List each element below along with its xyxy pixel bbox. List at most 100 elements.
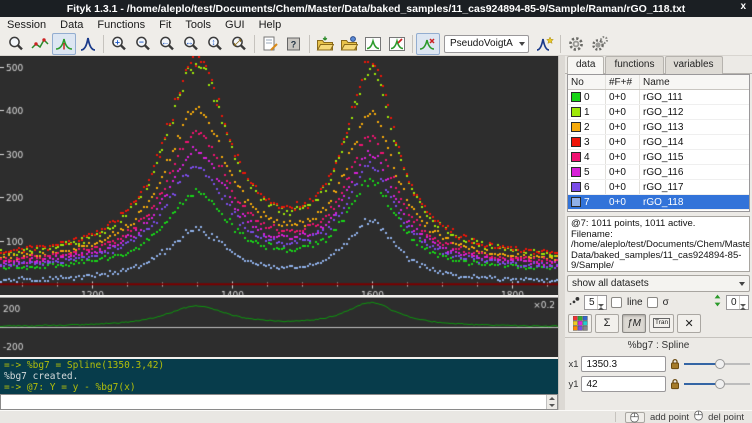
table-row-rGO_118[interactable]: 7 0+0 rGO_118 — [568, 195, 749, 210]
dataset-no: 3 — [568, 135, 606, 149]
slider-thumb[interactable] — [715, 359, 725, 369]
menu-tools[interactable]: Tools — [178, 17, 218, 32]
dataset-color-swatch[interactable] — [571, 122, 581, 132]
sum-button[interactable]: Σ — [595, 314, 619, 333]
box-question-icon: ? — [285, 35, 303, 53]
export-plot-red-button[interactable] — [385, 33, 409, 55]
baseline-x1-input[interactable]: 1350.3 — [581, 356, 666, 372]
menu-functions[interactable]: Functions — [90, 17, 152, 32]
delete-button[interactable]: ✕ — [677, 314, 701, 333]
export-plot-green-button[interactable] — [361, 33, 385, 55]
zoom-horizontal-button[interactable]: ↔ — [179, 33, 203, 55]
peak-green-icon — [55, 35, 73, 53]
dataset-color-swatch[interactable] — [571, 197, 581, 207]
zoom-in-button[interactable]: + — [107, 33, 131, 55]
menu-data[interactable]: Data — [53, 17, 90, 32]
mouse-icon — [694, 410, 703, 423]
mag-v-icon: ↕ — [206, 35, 224, 53]
session-script-button[interactable] — [258, 33, 282, 55]
show-datasets-value: show all datasets — [572, 278, 649, 289]
menu-help[interactable]: Help — [252, 17, 289, 32]
dataset-color-swatch[interactable] — [571, 137, 581, 147]
zoom-out-button[interactable]: − — [131, 33, 155, 55]
dataset-no: 7 — [568, 195, 606, 209]
auto-add-peak-button[interactable] — [416, 33, 440, 55]
page-icon — [261, 35, 279, 53]
zoom-previous-button[interactable]: ← — [155, 33, 179, 55]
main-plot-canvas[interactable] — [0, 56, 558, 295]
table-row-rGO_112[interactable]: 1 0+0 rGO_112 — [568, 105, 749, 120]
left-click-hint: add point — [650, 412, 689, 423]
open-data-button[interactable] — [313, 33, 337, 55]
vertical-splitter[interactable] — [558, 56, 565, 410]
show-datasets-dropdown[interactable]: show all datasets — [567, 275, 750, 292]
tab-variables[interactable]: variables — [665, 56, 723, 74]
zoom-cursor-mode-button[interactable] — [4, 33, 28, 55]
mouse-hint-button[interactable] — [625, 412, 645, 423]
baseline-section: %bg7 : Spline x1 1350.3 y1 42 — [565, 337, 752, 394]
table-row-rGO_114[interactable]: 3 0+0 rGO_114 — [568, 135, 749, 150]
functions-button-label: ƒM — [627, 318, 641, 329]
open-data-custom-button[interactable] — [337, 33, 361, 55]
table-row-rGO_116[interactable]: 5 0+0 rGO_116 — [568, 165, 749, 180]
shift-stepper[interactable]: 0 — [726, 295, 749, 310]
plot-style-controls: 5 line σ 0 — [565, 292, 752, 312]
functions-button[interactable]: ƒM — [622, 314, 646, 333]
tab-functions[interactable]: functions — [605, 56, 663, 74]
line-checkbox[interactable] — [611, 297, 622, 308]
magnifier-icon — [7, 35, 25, 53]
slider-thumb[interactable] — [715, 379, 725, 389]
dataset-fcount: 0+0 — [606, 180, 640, 194]
table-header: No #F+# Name — [568, 75, 749, 90]
col-name: Name — [640, 75, 749, 89]
function-type-dropdown[interactable]: PseudoVoigtA — [444, 35, 529, 53]
baseline-mode-button[interactable] — [52, 33, 76, 55]
svg-text:↔: ↔ — [185, 36, 194, 46]
menu-bar: SessionDataFunctionsFitToolsGUIHelp — [0, 17, 752, 32]
mag-plus-icon: + — [110, 35, 128, 53]
add-function-button[interactable] — [533, 33, 557, 55]
baseline-y1-input[interactable]: 42 — [581, 376, 666, 392]
info-line: @7: 1011 points, 1011 active. — [571, 219, 746, 230]
fit-run-button[interactable] — [564, 33, 588, 55]
point-size-stepper[interactable]: 5 — [584, 295, 607, 310]
output-console: =-> %bg7 = Spline(1350.3,42)%bg7 created… — [0, 359, 558, 394]
baseline-y1-slider[interactable] — [684, 378, 750, 390]
dataset-color-swatch[interactable] — [571, 107, 581, 117]
gear2-icon — [591, 35, 609, 53]
add-peak-mode-button[interactable] — [76, 33, 100, 55]
transform-button[interactable]: Tran — [649, 314, 674, 333]
baseline-x1-slider[interactable] — [684, 358, 750, 370]
lock-icon[interactable] — [669, 378, 681, 390]
close-icon[interactable]: x — [740, 1, 746, 12]
command-input[interactable] — [1, 395, 546, 409]
lock-icon[interactable] — [669, 358, 681, 370]
tab-data[interactable]: data — [567, 56, 604, 74]
range-icon — [31, 35, 49, 53]
dataset-color-swatch[interactable] — [571, 167, 581, 177]
table-row-rGO_117[interactable]: 6 0+0 rGO_117 — [568, 180, 749, 195]
menu-fit[interactable]: Fit — [152, 17, 178, 32]
dataset-color-swatch[interactable] — [571, 182, 581, 192]
info-dump-button[interactable]: ? — [282, 33, 306, 55]
sigma-checkbox[interactable] — [647, 297, 658, 308]
fit-settings-button[interactable] — [588, 33, 612, 55]
table-row-rGO_115[interactable]: 4 0+0 rGO_115 — [568, 150, 749, 165]
dataset-name: rGO_116 — [640, 165, 749, 179]
zoom-vertical-button[interactable]: ↕ — [203, 33, 227, 55]
menu-gui[interactable]: GUI — [218, 17, 252, 32]
dataset-color-swatch[interactable] — [571, 92, 581, 102]
menu-session[interactable]: Session — [0, 17, 53, 32]
status-bar: add point del point — [0, 410, 752, 423]
table-row-rGO_113[interactable]: 2 0+0 rGO_113 — [568, 120, 749, 135]
data-range-mode-button[interactable] — [28, 33, 52, 55]
command-history-spinner[interactable] — [546, 395, 557, 409]
zoom-all-button[interactable]: ⤢ — [227, 33, 251, 55]
aux-plot-canvas[interactable] — [0, 298, 558, 357]
aux-plot[interactable] — [0, 298, 558, 357]
dataset-color-swatch[interactable] — [571, 152, 581, 162]
main-plot[interactable] — [0, 56, 558, 295]
colors-button[interactable] — [568, 314, 592, 333]
table-row-rGO_111[interactable]: 0 0+0 rGO_111 — [568, 90, 749, 105]
line-checkbox-label: line — [627, 297, 643, 308]
